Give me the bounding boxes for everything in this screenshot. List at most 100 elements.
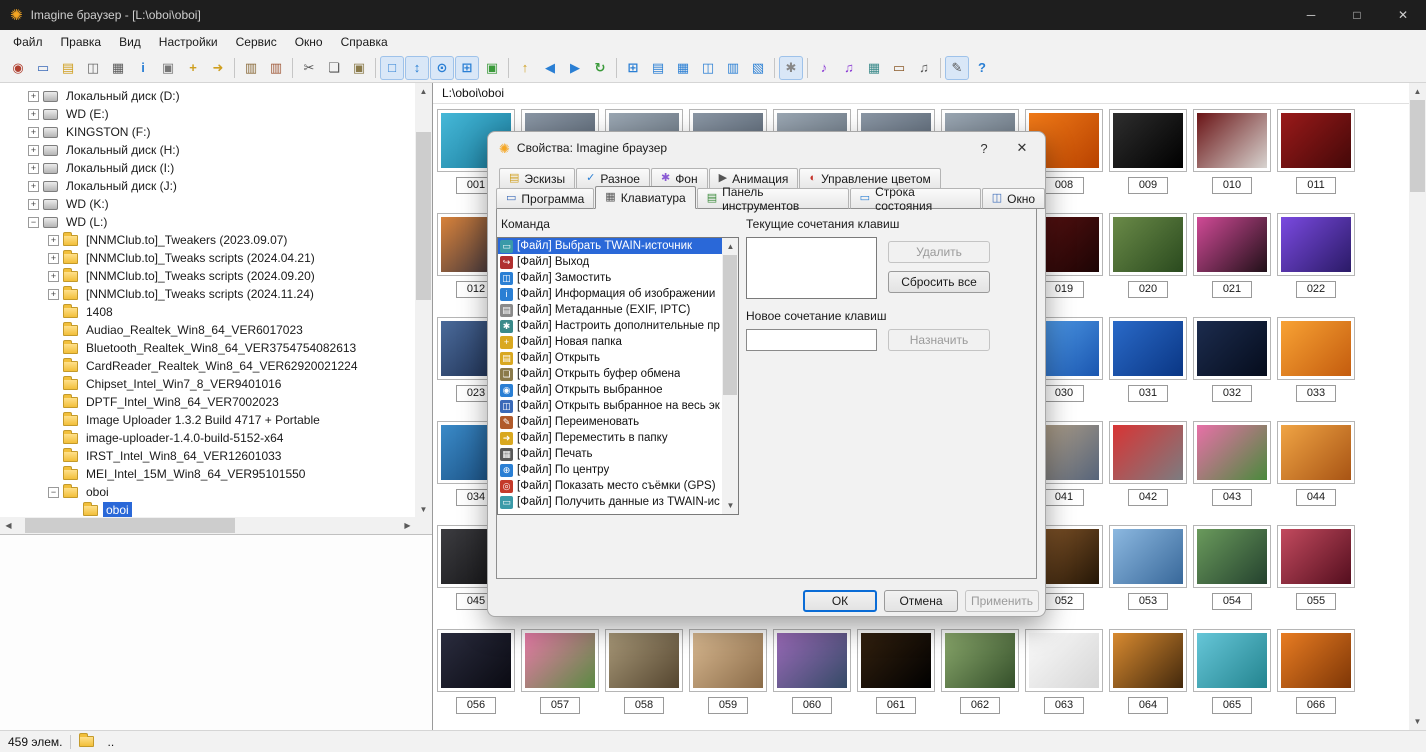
scrollbar-thumb[interactable]	[24, 518, 235, 533]
tree-item[interactable]: DPTF_Intel_Win8_64_VER7002023	[0, 393, 415, 411]
cut-button[interactable]: ✂	[297, 56, 321, 80]
scroll-down-icon[interactable]: ▼	[722, 497, 739, 514]
view-tiles-button[interactable]: ◫	[696, 56, 720, 80]
thumbnail-cell[interactable]: 042	[1106, 418, 1190, 522]
expand-plus-icon[interactable]: +	[48, 270, 59, 282]
command-item[interactable]: i [Файл] Информация об изображении	[498, 286, 722, 302]
tree-item[interactable]: + [NNMClub.to]_Tweaks scripts (2024.04.21…	[0, 249, 415, 267]
new-shortcut-input[interactable]	[746, 329, 877, 351]
tree-item[interactable]: + KINGSTON (F:)	[0, 123, 415, 141]
thumbnail-cell[interactable]: 062	[938, 626, 1022, 730]
scroll-down-icon[interactable]: ▼	[415, 501, 432, 518]
tree-item[interactable]: + WD (K:)	[0, 195, 415, 213]
tree-item[interactable]: image-uploader-1.4.0-build-5152-x64	[0, 429, 415, 447]
thumbnail-cell[interactable]: 020	[1106, 210, 1190, 314]
menu-item[interactable]: Вид	[110, 32, 150, 52]
tree-vertical-scrollbar[interactable]: ▲ ▼	[415, 83, 432, 518]
tree-item[interactable]: + [NNMClub.to]_Tweaks scripts (2024.09.20…	[0, 267, 415, 285]
command-item[interactable]: ◫ [Файл] Замостить	[498, 270, 722, 286]
thumbnail-cell[interactable]: 063	[1022, 626, 1106, 730]
expand-plus-icon[interactable]: +	[28, 198, 39, 210]
expand-plus-icon[interactable]: +	[28, 180, 39, 192]
thumbnail-cell[interactable]: 010	[1190, 106, 1274, 210]
new-folder-button[interactable]: +	[181, 56, 205, 80]
apply-button[interactable]: Применить	[965, 590, 1039, 612]
menu-item[interactable]: Настройки	[150, 32, 227, 52]
paste-button[interactable]: ▣	[347, 56, 371, 80]
extract-button[interactable]: ▥	[264, 56, 288, 80]
refresh-button[interactable]: ↻	[588, 56, 612, 80]
command-item[interactable]: ✱ [Файл] Настроить дополнительные про	[498, 318, 722, 334]
command-item[interactable]: ✎ [Файл] Переименовать	[498, 414, 722, 430]
command-item[interactable]: + [Файл] Новая папка	[498, 334, 722, 350]
tree-item[interactable]: 1408	[0, 303, 415, 321]
command-item[interactable]: ▭ [Файл] Получить данные из TWAIN-ист	[498, 494, 722, 510]
up-level-button[interactable]: ↑	[513, 56, 537, 80]
scrollbar-thumb[interactable]	[723, 255, 737, 396]
tree-item[interactable]: + Локальный диск (I:)	[0, 159, 415, 177]
collapse-minus-icon[interactable]: −	[28, 216, 39, 228]
thumbnail-cell[interactable]: 058	[602, 626, 686, 730]
help-button[interactable]: ?	[970, 56, 994, 80]
expand-plus-icon[interactable]: +	[28, 108, 39, 120]
tab-keyboard[interactable]: ▦ Клавиатура	[595, 186, 696, 209]
minimize-button[interactable]: ─	[1288, 0, 1334, 30]
thumbnail-cell[interactable]: 061	[854, 626, 938, 730]
scroll-down-icon[interactable]: ▼	[1409, 713, 1426, 730]
reset-all-button[interactable]: Сбросить все	[888, 271, 990, 293]
edit-button[interactable]: ✎	[945, 55, 969, 80]
thumbnail-cell[interactable]: 066	[1274, 626, 1358, 730]
thumbnail-cell[interactable]: 053	[1106, 522, 1190, 626]
menu-item[interactable]: Окно	[286, 32, 332, 52]
playlist-add-button[interactable]: ♫	[837, 56, 861, 80]
cancel-button[interactable]: Отмена	[884, 590, 958, 612]
dialog-close-button[interactable]: ✕	[1003, 134, 1041, 162]
ok-button[interactable]: ОК	[803, 590, 877, 612]
scrollbar-thumb[interactable]	[1410, 100, 1425, 192]
thumbnail-cell[interactable]: 060	[770, 626, 854, 730]
thumbnail-cell[interactable]: 057	[518, 626, 602, 730]
dialog-help-button[interactable]: ?	[965, 134, 1003, 162]
archive-button[interactable]: ▥	[239, 56, 263, 80]
command-item[interactable]: ◎ [Файл] Показать место съёмки (GPS)	[498, 478, 722, 494]
menu-item[interactable]: Правка	[52, 32, 111, 52]
grid-select-button[interactable]: ⊞	[455, 55, 479, 80]
tree-item[interactable]: Chipset_Intel_Win7_8_VER9401016	[0, 375, 415, 393]
tab-background[interactable]: ✱ Фон	[650, 168, 708, 188]
music-button[interactable]: ♪	[812, 56, 836, 80]
scroll-right-icon[interactable]: ▶	[399, 517, 416, 534]
grid-vertical-scrollbar[interactable]: ▲ ▼	[1409, 83, 1426, 730]
back-button[interactable]: ◀	[538, 56, 562, 80]
thumbnail-cell[interactable]: 043	[1190, 418, 1274, 522]
scroll-up-icon[interactable]: ▲	[415, 83, 432, 100]
tree-item[interactable]: + WD (E:)	[0, 105, 415, 123]
tab-toolbar[interactable]: ▤ Панель инструментов	[696, 185, 849, 213]
tree-item[interactable]: Audiao_Realtek_Win8_64_VER6017023	[0, 321, 415, 339]
menu-item[interactable]: Файл	[4, 32, 52, 52]
thumbnail-cell[interactable]: 032	[1190, 314, 1274, 418]
video-button[interactable]: ▭	[887, 56, 911, 80]
tab-misc[interactable]: ✓ Разное	[576, 168, 650, 188]
thumbnail-cell[interactable]: 064	[1106, 626, 1190, 730]
view-details-button[interactable]: ▦	[671, 56, 695, 80]
tree-item[interactable]: + [NNMClub.to]_Tweakers (2023.09.07)	[0, 231, 415, 249]
tree-item[interactable]: MEI_Intel_15M_Win8_64_VER95101550	[0, 465, 415, 483]
thumbnail-cell[interactable]: 044	[1274, 418, 1358, 522]
open-folder-button[interactable]: ▤	[56, 56, 80, 80]
expand-plus-icon[interactable]: +	[28, 144, 39, 156]
tree-item[interactable]: Image Uploader 1.3.2 Build 4717 + Portab…	[0, 411, 415, 429]
thumbnail-cell[interactable]: 056	[434, 626, 518, 730]
command-item[interactable]: ▤ [Файл] Открыть	[498, 350, 722, 366]
audio-device-button[interactable]: ▦	[862, 56, 886, 80]
command-item[interactable]: ▦ [Файл] Печать	[498, 446, 722, 462]
thumbnail-cell[interactable]: 065	[1190, 626, 1274, 730]
maximize-button[interactable]: □	[1334, 0, 1380, 30]
thumbnail-cell[interactable]: 031	[1106, 314, 1190, 418]
command-item[interactable]: ▭ [Файл] Выбрать TWAIN-источник	[498, 238, 722, 254]
thumbnail-cell[interactable]: 021	[1190, 210, 1274, 314]
up-folder-label[interactable]: ..	[107, 735, 114, 749]
collapse-minus-icon[interactable]: −	[48, 486, 59, 498]
address-bar[interactable]: L:\oboi\oboi	[433, 83, 1409, 104]
tree-item[interactable]: oboi	[0, 501, 415, 517]
scroll-up-icon[interactable]: ▲	[722, 238, 739, 255]
